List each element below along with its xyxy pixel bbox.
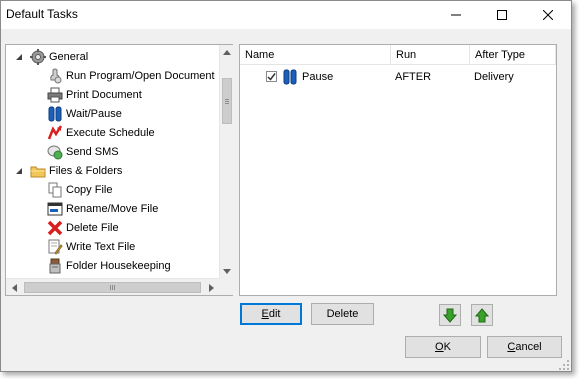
task-type-tree[interactable]: General Run Program/Open Document Print … bbox=[5, 44, 233, 296]
edit-button[interactable]: Edit bbox=[240, 303, 302, 325]
tree-item-label: Rename/Move File bbox=[66, 202, 159, 215]
task-run: AFTER bbox=[395, 70, 432, 83]
tree-item-label: General bbox=[49, 50, 89, 63]
task-name-cell: Pause bbox=[266, 67, 333, 86]
expanded-triangle-icon[interactable] bbox=[14, 52, 24, 62]
minimize-button[interactable] bbox=[433, 1, 479, 29]
arrow-up-icon bbox=[475, 307, 489, 322]
tree-item-rename-move-file[interactable]: Rename/Move File bbox=[47, 199, 158, 218]
ok-label-rest: K bbox=[443, 341, 451, 353]
tree-item-label: Copy File bbox=[66, 183, 113, 196]
folder-housekeeping-icon bbox=[47, 258, 63, 274]
tree-item-label: Execute Schedule bbox=[66, 126, 155, 139]
edit-label-rest: dit bbox=[268, 308, 281, 320]
tree-item-send-sms[interactable]: Send SMS bbox=[47, 142, 119, 161]
run-program-icon bbox=[47, 68, 63, 84]
close-button[interactable] bbox=[525, 1, 571, 29]
resize-grip-icon[interactable] bbox=[558, 359, 570, 371]
tree-item-label: Folder Housekeeping bbox=[66, 259, 171, 272]
default-tasks-list[interactable]: Name Run After Type Pause AFTER Delivery bbox=[239, 44, 557, 296]
scroll-left-arrow-icon[interactable] bbox=[6, 279, 22, 296]
minimize-icon bbox=[451, 14, 461, 16]
title-bar: Default Tasks bbox=[1, 1, 571, 29]
scroll-right-arrow-icon[interactable] bbox=[203, 279, 219, 296]
tree-item-wait-pause[interactable]: Wait/Pause bbox=[47, 104, 122, 123]
cancel-button[interactable]: Cancel bbox=[487, 336, 562, 358]
tree-item-label: Wait/Pause bbox=[66, 107, 122, 120]
maximize-button[interactable] bbox=[479, 1, 525, 29]
tree-vertical-scroll-thumb[interactable] bbox=[222, 78, 232, 124]
tree-item-label: Print Document bbox=[66, 88, 142, 101]
tree-item-general[interactable]: General bbox=[14, 47, 88, 66]
gear-icon bbox=[30, 48, 46, 65]
tree-item-folder-housekeeping[interactable]: Folder Housekeeping bbox=[47, 256, 171, 275]
cancel-mnemonic: C bbox=[507, 341, 516, 353]
printer-icon bbox=[47, 87, 63, 103]
list-header: Name Run After Type bbox=[240, 45, 556, 65]
execute-schedule-icon bbox=[47, 124, 63, 141]
window-title: Default Tasks bbox=[6, 7, 78, 21]
cancel-label-rest: ancel bbox=[515, 341, 542, 353]
delete-file-icon bbox=[47, 220, 63, 236]
write-text-file-icon bbox=[47, 239, 63, 255]
expanded-triangle-icon[interactable] bbox=[14, 166, 24, 176]
task-after-type: Delivery bbox=[474, 70, 514, 83]
tree-item-copy-file[interactable]: Copy File bbox=[47, 180, 112, 199]
tree-vertical-scrollbar[interactable] bbox=[219, 45, 233, 278]
tree-item-label: Run Program/Open Document bbox=[66, 69, 215, 82]
rename-file-icon bbox=[47, 201, 63, 217]
column-header-name[interactable]: Name bbox=[240, 45, 391, 65]
tree-item-run-program[interactable]: Run Program/Open Document bbox=[47, 66, 215, 85]
task-name: Pause bbox=[302, 70, 334, 83]
tree-item-execute-schedule[interactable]: Execute Schedule bbox=[47, 123, 155, 142]
sms-icon bbox=[47, 144, 63, 160]
move-down-button[interactable] bbox=[439, 304, 461, 326]
maximize-icon bbox=[497, 10, 507, 20]
tree-item-write-text-file[interactable]: Write Text File bbox=[47, 237, 135, 256]
checkmark-icon bbox=[267, 73, 276, 81]
tree-item-label: Files & Folders bbox=[49, 164, 123, 177]
copy-file-icon bbox=[47, 182, 63, 198]
ok-mnemonic: O bbox=[435, 341, 444, 353]
scroll-up-arrow-icon[interactable] bbox=[220, 45, 234, 59]
delete-button[interactable]: Delete bbox=[311, 303, 374, 325]
tree-item-label: Write Text File bbox=[66, 240, 136, 253]
column-header-run[interactable]: Run bbox=[391, 45, 470, 65]
task-enabled-checkbox[interactable] bbox=[266, 71, 277, 82]
tree-item-delete-file[interactable]: Delete File bbox=[47, 218, 119, 237]
tree-item-files-folders[interactable]: Files & Folders bbox=[14, 161, 122, 180]
tree-content: General Run Program/Open Document Print … bbox=[6, 45, 219, 278]
folder-icon bbox=[30, 163, 46, 179]
column-header-after-type[interactable]: After Type bbox=[470, 45, 556, 65]
tree-horizontal-scroll-thumb[interactable] bbox=[24, 282, 201, 293]
close-icon bbox=[543, 10, 553, 20]
scroll-corner bbox=[219, 278, 233, 295]
tree-item-label: Send SMS bbox=[66, 145, 119, 158]
task-row[interactable]: Pause AFTER Delivery bbox=[240, 67, 556, 86]
arrow-down-icon bbox=[443, 308, 457, 323]
scroll-down-arrow-icon[interactable] bbox=[220, 264, 234, 278]
tree-item-print-document[interactable]: Print Document bbox=[47, 85, 142, 104]
pause-icon bbox=[282, 69, 298, 85]
edit-mnemonic: E bbox=[261, 308, 269, 320]
tree-item-label: Delete File bbox=[66, 221, 119, 234]
tree-horizontal-scrollbar[interactable] bbox=[6, 278, 219, 295]
move-up-button[interactable] bbox=[471, 304, 493, 326]
ok-button[interactable]: OK bbox=[405, 336, 481, 358]
default-tasks-dialog: Default Tasks General Run Program/Open D… bbox=[0, 0, 572, 372]
pause-icon bbox=[47, 106, 63, 122]
